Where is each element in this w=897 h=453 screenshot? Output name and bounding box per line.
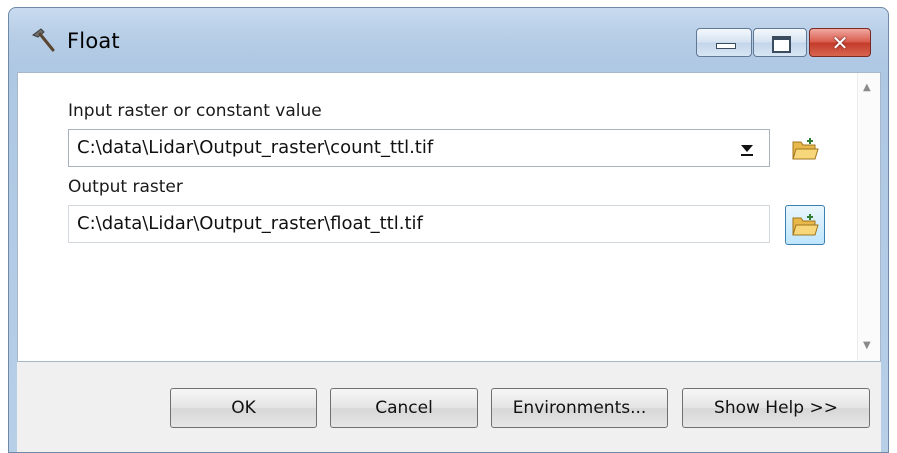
scroll-down-icon[interactable]: ▼ [863, 341, 871, 351]
show-help-button[interactable]: Show Help >> [682, 388, 870, 428]
close-button[interactable]: ✕ [809, 28, 871, 57]
minimize-button[interactable] [696, 28, 752, 57]
cancel-button[interactable]: Cancel [330, 388, 478, 428]
vertical-scrollbar[interactable]: ▲ ▼ [857, 73, 880, 361]
button-bar: OK Cancel Environments... Show Help >> [17, 362, 881, 452]
title-bar[interactable]: Float ✕ [9, 8, 888, 74]
input-raster-combobox[interactable]: C:\data\Lidar\Output_raster\count_ttl.ti… [68, 129, 770, 167]
maximize-icon [772, 36, 791, 53]
maximize-button[interactable] [753, 28, 807, 57]
browse-input-button[interactable] [785, 129, 825, 169]
ok-button[interactable]: OK [170, 388, 317, 428]
environments-button[interactable]: Environments... [491, 388, 668, 428]
open-folder-icon [792, 138, 819, 160]
dropdown-arrow-icon[interactable] [737, 130, 759, 166]
hammer-icon [31, 28, 55, 52]
output-raster-field[interactable]: C:\data\Lidar\Output_raster\float_ttl.ti… [68, 205, 770, 243]
scroll-up-icon[interactable]: ▲ [863, 83, 871, 93]
window-title: Float [67, 29, 120, 53]
open-folder-icon [792, 214, 819, 236]
minimize-icon [716, 43, 736, 49]
float-tool-dialog: Float ✕ Input raster or constant value C… [8, 7, 889, 453]
parameters-panel: Input raster or constant value C:\data\L… [17, 72, 881, 362]
input-raster-label: Input raster or constant value [68, 101, 322, 121]
input-raster-value: C:\data\Lidar\Output_raster\count_ttl.ti… [77, 137, 434, 158]
output-raster-value: C:\data\Lidar\Output_raster\float_ttl.ti… [77, 213, 423, 234]
browse-output-button[interactable] [785, 205, 825, 245]
output-raster-label: Output raster [68, 177, 183, 197]
close-icon: ✕ [831, 31, 849, 55]
